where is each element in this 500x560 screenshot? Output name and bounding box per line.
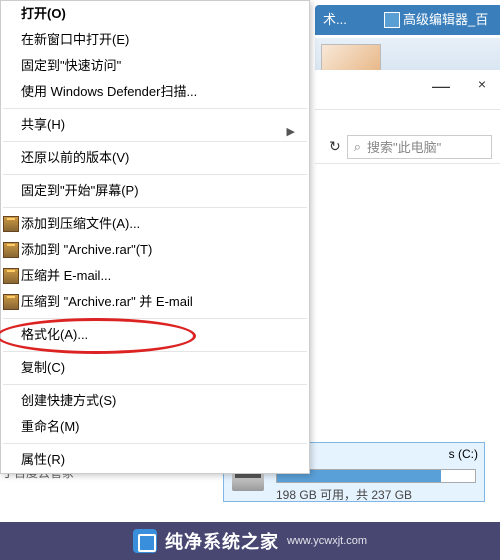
search-input[interactable]: ⌕ 搜索"此电脑" (347, 135, 492, 159)
menu-separator (3, 207, 307, 208)
menu-separator (3, 141, 307, 142)
search-placeholder: 搜索"此电脑" (367, 137, 441, 156)
menu-copy[interactable]: 复制(C) (1, 355, 309, 381)
refresh-button[interactable]: ↻ (329, 138, 341, 155)
menu-separator (3, 174, 307, 175)
drive-icon (232, 471, 264, 491)
menu-share-label: 共享(H) (21, 117, 65, 132)
rar-icon (3, 294, 19, 310)
menu-separator (3, 108, 307, 109)
ribbon-decoration (321, 44, 381, 72)
browser-tab-2[interactable]: 高级编辑器_百度 (378, 5, 500, 35)
menu-rar-addemail-label: 压缩到 "Archive.rar" 并 E-mail (21, 294, 193, 309)
menu-pin-start[interactable]: 固定到"开始"屏幕(P) (1, 178, 309, 204)
menu-pin-quick-access[interactable]: 固定到"快速访问" (1, 53, 309, 79)
menu-separator (3, 351, 307, 352)
menu-rar-add[interactable]: 添加到压缩文件(A)... (1, 211, 309, 237)
tab-favicon-icon (384, 12, 400, 28)
menu-defender-scan[interactable]: 使用 Windows Defender扫描... (1, 79, 309, 105)
menu-rename[interactable]: 重命名(M) (1, 414, 309, 440)
rar-icon (3, 216, 19, 232)
menu-separator (3, 318, 307, 319)
menu-open[interactable]: 打开(O) (1, 1, 309, 27)
menu-rar-addto[interactable]: 添加到 "Archive.rar"(T) (1, 237, 309, 263)
menu-rar-email-label: 压缩并 E-mail... (21, 268, 111, 283)
watermark-sub: www.ycwxjt.com (287, 535, 367, 547)
drive-capacity-text: 198 GB 可用，共 237 GB (276, 486, 412, 503)
menu-restore-versions[interactable]: 还原以前的版本(V) (1, 145, 309, 171)
tab-1-label: 术... (323, 12, 347, 27)
explorer-titlebar: — × (315, 70, 500, 110)
rar-icon (3, 268, 19, 284)
rar-icon (3, 242, 19, 258)
menu-separator (3, 443, 307, 444)
watermark-logo-icon (133, 529, 157, 553)
drive-label: s (C:) (449, 447, 478, 461)
menu-separator (3, 384, 307, 385)
menu-rar-addto-label: 添加到 "Archive.rar"(T) (21, 242, 152, 257)
menu-format[interactable]: 格式化(A)... (1, 322, 309, 348)
explorer-toolbar: ↻ ⌕ 搜索"此电脑" (315, 130, 500, 164)
chevron-right-icon: ▶ (287, 119, 295, 145)
context-menu: 打开(O) 在新窗口中打开(E) 固定到"快速访问" 使用 Windows De… (0, 0, 310, 474)
menu-rar-add-label: 添加到压缩文件(A)... (21, 216, 140, 231)
menu-rar-addemail[interactable]: 压缩到 "Archive.rar" 并 E-mail (1, 289, 309, 315)
menu-rar-email[interactable]: 压缩并 E-mail... (1, 263, 309, 289)
menu-create-shortcut[interactable]: 创建快捷方式(S) (1, 388, 309, 414)
watermark-main: 纯净系统之家 (165, 528, 279, 554)
minimize-button[interactable]: — (432, 76, 450, 97)
menu-open-new-window[interactable]: 在新窗口中打开(E) (1, 27, 309, 53)
menu-share[interactable]: 共享(H)▶ (1, 112, 309, 138)
search-icon: ⌕ (354, 139, 361, 155)
close-button[interactable]: × (478, 76, 486, 92)
menu-properties[interactable]: 属性(R) (1, 447, 309, 473)
watermark-banner: 纯净系统之家 www.ycwxjt.com (0, 522, 500, 560)
